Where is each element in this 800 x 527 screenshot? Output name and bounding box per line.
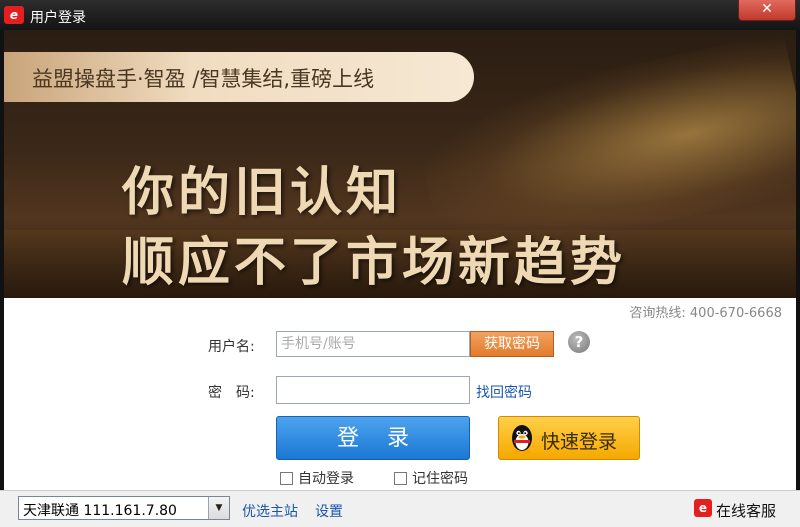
auto-login-checkbox[interactable] xyxy=(280,472,293,485)
login-button[interactable]: 登录 xyxy=(276,416,470,460)
auto-login-label[interactable]: 自动登录 xyxy=(298,468,354,488)
banner-headline-line1: 你的旧认知 xyxy=(122,163,403,223)
app-logo-icon: e xyxy=(4,6,24,24)
help-icon[interactable]: ? xyxy=(568,331,590,353)
server-select[interactable]: 天津联通 111.161.7.80 ▼ xyxy=(18,496,230,520)
login-form-area: 咨询热线: 400-670-6668 用户名: 手机号/账号 获取密码 ? 密 … xyxy=(4,298,796,490)
remember-password-label[interactable]: 记住密码 xyxy=(412,468,468,488)
recover-password-link[interactable]: 找回密码 xyxy=(476,382,532,402)
username-input[interactable]: 手机号/账号 xyxy=(276,331,470,357)
banner-headline-line2: 顺应不了市场新趋势 xyxy=(122,233,627,293)
settings-link[interactable]: 设置 xyxy=(315,501,343,521)
password-input[interactable] xyxy=(276,376,470,404)
get-password-button[interactable]: 获取密码 xyxy=(470,331,554,357)
remember-password-checkbox[interactable] xyxy=(394,472,407,485)
banner-slogan: 益盟操盘手·智盈 /智慧集结,重磅上线 xyxy=(32,67,375,91)
chevron-down-icon[interactable]: ▼ xyxy=(208,497,229,519)
close-button[interactable]: ✕ xyxy=(738,0,796,21)
login-window: e 用户登录 ✕ 益盟操盘手·智盈 /智慧集结,重磅上线 你的旧认知 顺应不了市… xyxy=(0,0,800,527)
quick-login-button[interactable]: 快速登录 xyxy=(498,416,640,460)
qq-penguin-icon xyxy=(512,425,532,454)
online-service-icon[interactable]: e xyxy=(694,499,712,517)
server-select-value: 天津联通 111.161.7.80 xyxy=(23,503,177,519)
preferred-server-link[interactable]: 优选主站 xyxy=(242,501,298,521)
title-bar[interactable]: e 用户登录 ✕ xyxy=(0,0,800,30)
online-service-link[interactable]: 在线客服 xyxy=(716,500,776,521)
footer-bar: 天津联通 111.161.7.80 ▼ 优选主站 设置 e 在线客服 xyxy=(0,490,800,527)
quick-login-label: 快速登录 xyxy=(541,431,618,453)
hotline-text: 咨询热线: 400-670-6668 xyxy=(629,306,782,321)
password-label: 密 码: xyxy=(208,385,255,401)
username-label: 用户名: xyxy=(208,339,255,355)
window-title: 用户登录 xyxy=(30,10,86,26)
promo-banner[interactable]: 益盟操盘手·智盈 /智慧集结,重磅上线 你的旧认知 顺应不了市场新趋势 xyxy=(4,30,796,298)
